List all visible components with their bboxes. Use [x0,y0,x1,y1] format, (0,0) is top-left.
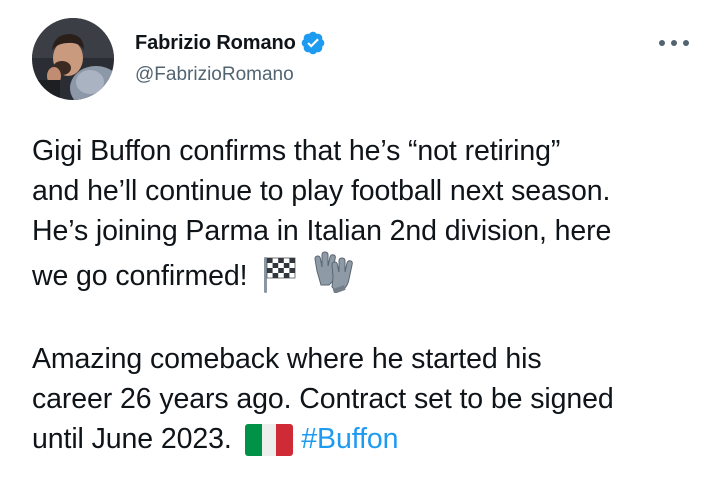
tweet-text: Gigi Buffon confirms that he’s “not reti… [32,131,702,467]
tweet-line: Amazing comeback where he started his [32,343,542,375]
verified-badge-icon [301,31,325,55]
tweet-line: until June 2023. [32,423,232,455]
more-horizontal-icon [659,40,689,46]
tweet-line: He’s joining Parma in Italian 2nd divisi… [32,215,612,247]
tweet-line: and he’ll continue to play football next… [32,175,611,207]
profile-photo [32,18,114,100]
tweet-card: Fabrizio Romano @FabrizioRomano Gigi Buf… [0,0,720,481]
chequered-flag-icon [261,255,297,304]
tweet-line: we go confirmed! [32,260,248,292]
author-name-row: Fabrizio Romano [135,31,325,55]
tweet-paragraph-2: Amazing comeback where he started his ca… [32,339,702,467]
italy-flag-icon [245,424,294,467]
author-handle[interactable]: @FabrizioRomano [135,64,325,86]
author-display-name[interactable]: Fabrizio Romano [135,32,296,55]
author-block: Fabrizio Romano @FabrizioRomano [135,31,325,86]
hashtag-link[interactable]: #Buffon [301,423,398,455]
tweet-line: career 26 years ago. Contract set to be … [32,383,614,415]
tweet-line: Gigi Buffon confirms that he’s “not reti… [32,135,561,167]
more-options-button[interactable] [656,34,692,52]
gloves-icon [311,251,355,304]
avatar[interactable] [32,18,114,100]
tweet-paragraph-1: Gigi Buffon confirms that he’s “not reti… [32,131,702,304]
